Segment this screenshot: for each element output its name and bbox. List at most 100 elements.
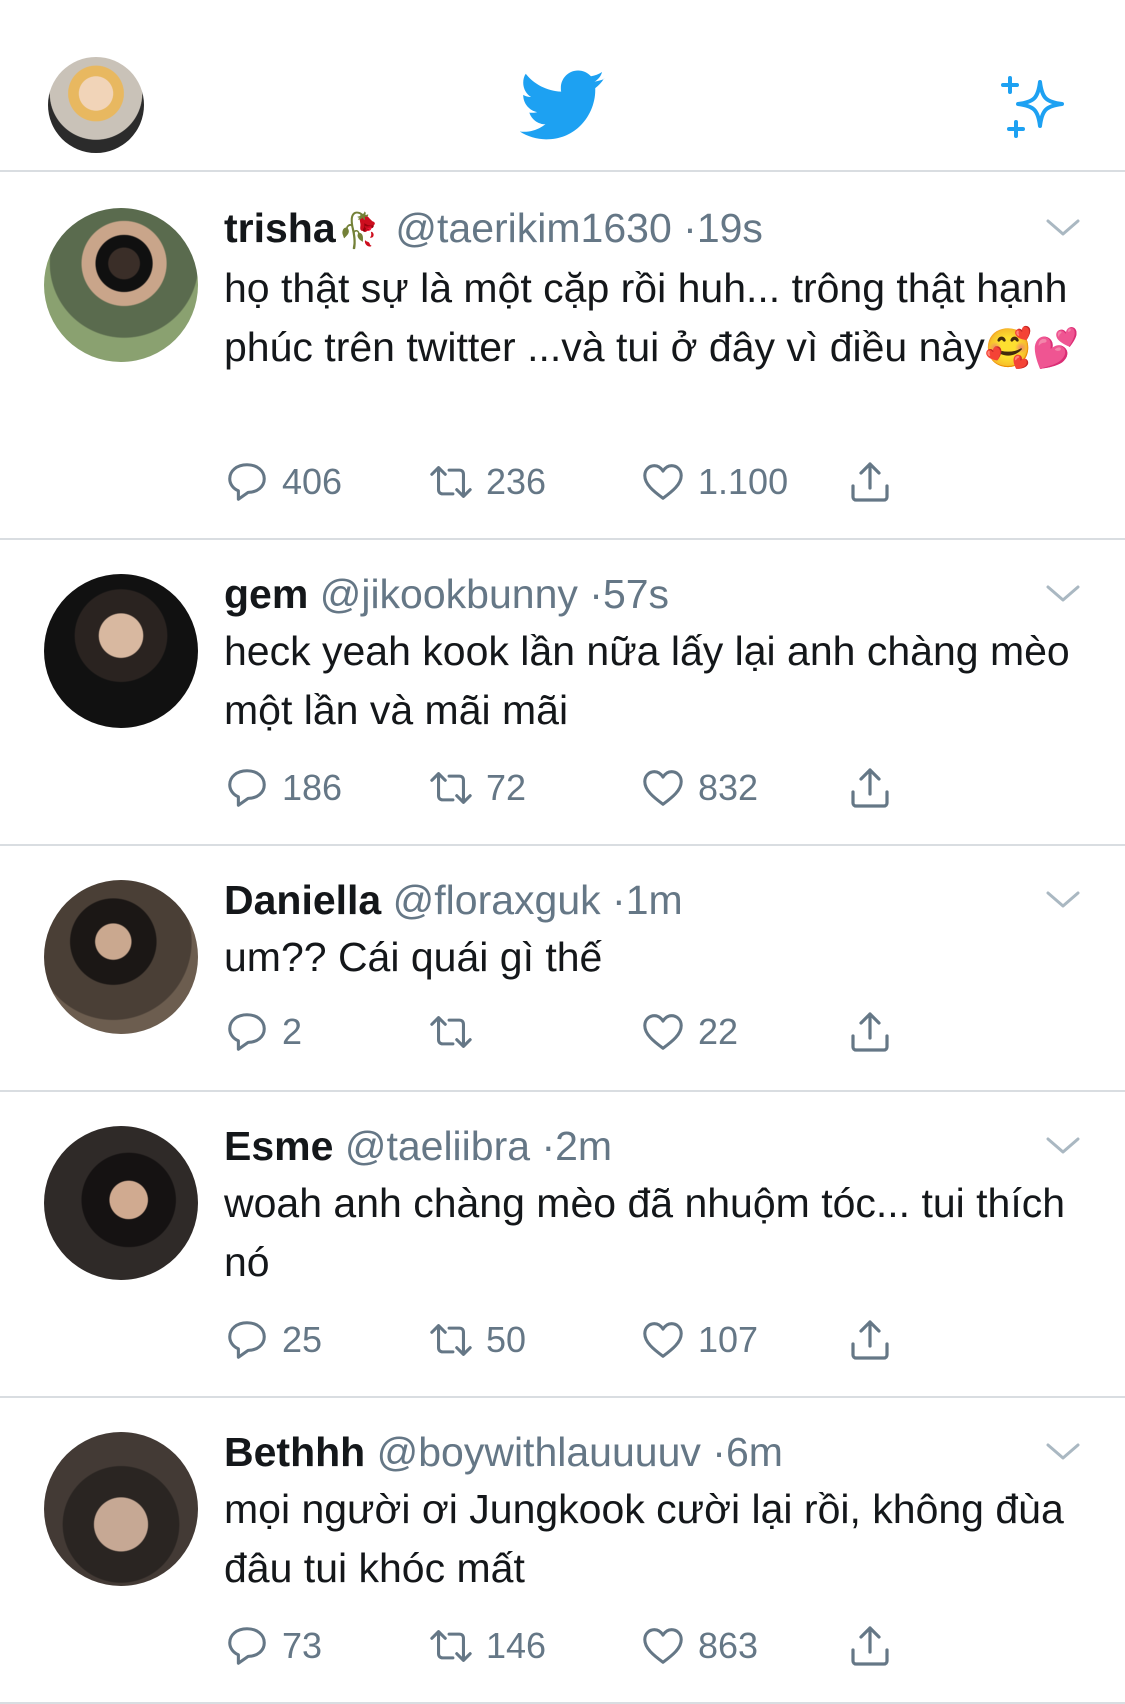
reply-button[interactable]: 25 [224, 1314, 322, 1366]
like-count: 107 [698, 1319, 759, 1360]
name-emoji: 🥀 [337, 212, 380, 250]
retweet-icon [430, 1324, 472, 1356]
timeline-feed: trisha🥀 @taerikim1630 ·19s họ thật sự là… [0, 174, 1125, 1704]
chevron-down-icon[interactable] [1045, 584, 1081, 604]
timestamp[interactable]: 57s [603, 571, 669, 617]
tweet[interactable]: Daniella @floraxguk ·1m um?? Cái quái gì… [0, 846, 1125, 1092]
chevron-down-icon[interactable] [1045, 1136, 1081, 1156]
tweet-header: Esme @taeliibra ·2m [224, 1118, 1085, 1174]
retweet-count: 146 [486, 1625, 547, 1666]
like-count: 863 [698, 1625, 759, 1666]
like-count: 832 [698, 767, 759, 808]
handle[interactable]: @jikookbunny [320, 571, 578, 617]
display-name[interactable]: gem [224, 571, 308, 617]
separator: · [541, 1123, 556, 1169]
display-name[interactable]: Daniella [224, 877, 381, 923]
handle[interactable]: @taeliibra [345, 1123, 530, 1169]
tweet-actions: 406 236 1.100 [224, 456, 924, 508]
timestamp[interactable]: 19s [697, 205, 763, 251]
avatar[interactable] [44, 1126, 198, 1280]
reply-icon [228, 1321, 266, 1359]
like-count: 22 [698, 1011, 739, 1052]
share-button[interactable] [846, 1314, 906, 1366]
retweet-count: 50 [486, 1319, 527, 1360]
separator: · [712, 1429, 726, 1475]
separator: · [683, 205, 697, 251]
tweet-actions: 186 72 832 [224, 762, 924, 814]
tweet[interactable]: Esme @taeliibra ·2m woah anh chàng mèo đ… [0, 1092, 1125, 1398]
tweet-text: họ thật sự là một cặp rồi huh... trông t… [224, 259, 1085, 379]
retweet-button[interactable]: 146 [428, 1620, 546, 1672]
tweet-header: Daniella @floraxguk ·1m [224, 872, 1085, 928]
chevron-down-icon[interactable] [1045, 1442, 1081, 1462]
retweet-count: 72 [486, 767, 527, 808]
retweet-button[interactable]: 72 [428, 762, 526, 814]
tweet[interactable]: Bethhh @boywithlauuuuv ·6m mọi người ơi … [0, 1398, 1125, 1704]
heart-icon [643, 464, 683, 500]
reply-count: 186 [282, 767, 343, 808]
retweet-icon [430, 772, 472, 804]
chevron-down-icon[interactable] [1045, 218, 1081, 238]
like-button[interactable]: 832 [640, 762, 758, 814]
timestamp[interactable]: 2m [555, 1123, 612, 1169]
twitter-bird-icon[interactable] [520, 70, 606, 142]
share-button[interactable] [846, 762, 906, 814]
retweet-button[interactable]: 50 [428, 1314, 526, 1366]
avatar[interactable] [44, 880, 198, 1034]
share-button[interactable] [846, 1006, 906, 1058]
tweet-text: um?? Cái quái gì thế [224, 934, 603, 980]
separator: · [589, 571, 603, 617]
timestamp[interactable]: 1m [626, 877, 683, 923]
like-button[interactable]: 1.100 [640, 456, 788, 508]
tweet-header: Bethhh @boywithlauuuuv ·6m [224, 1424, 1085, 1480]
avatar[interactable] [44, 208, 198, 362]
share-button[interactable] [846, 1620, 906, 1672]
chevron-down-icon[interactable] [1045, 890, 1081, 910]
reply-icon [228, 769, 266, 807]
display-name[interactable]: Bethhh [224, 1429, 365, 1475]
reply-icon [228, 1627, 266, 1665]
display-name[interactable]: trisha [224, 205, 336, 251]
heart-icon [643, 770, 683, 806]
retweet-button[interactable]: 236 [428, 456, 546, 508]
tweet[interactable]: trisha🥀 @taerikim1630 ·19s họ thật sự là… [0, 174, 1125, 540]
heart-icon [643, 1014, 683, 1050]
like-button[interactable]: 22 [640, 1006, 738, 1058]
timestamp[interactable]: 6m [726, 1429, 783, 1475]
display-name[interactable]: Esme [224, 1123, 333, 1169]
reply-icon [228, 1013, 266, 1051]
reply-count: 2 [282, 1011, 303, 1052]
reply-button[interactable]: 186 [224, 762, 342, 814]
tweet-text-content: họ thật sự là một cặp rồi huh... trông t… [224, 265, 1068, 370]
heart-icon [643, 1322, 683, 1358]
reply-count: 25 [282, 1319, 323, 1360]
reply-icon [228, 463, 266, 501]
profile-avatar[interactable] [48, 57, 144, 153]
like-count: 1.100 [698, 461, 789, 502]
handle[interactable]: @boywithlauuuuv [377, 1429, 701, 1475]
avatar[interactable] [44, 1432, 198, 1586]
retweet-icon [430, 1630, 472, 1662]
retweet-count: 236 [486, 461, 547, 502]
tweet-emoji: 🥰💕 [984, 328, 1080, 370]
tweet-actions: 73 146 863 [224, 1620, 924, 1672]
tweet[interactable]: gem @jikookbunny ·57s heck yeah kook lần… [0, 540, 1125, 846]
reply-button[interactable]: 73 [224, 1620, 322, 1672]
like-button[interactable]: 863 [640, 1620, 758, 1672]
avatar[interactable] [44, 574, 198, 728]
tweet-text: heck yeah kook lần nữa lấy lại anh chàng… [224, 628, 1070, 733]
like-button[interactable]: 107 [640, 1314, 758, 1366]
retweet-button[interactable] [428, 1006, 486, 1058]
reply-count: 73 [282, 1625, 323, 1666]
sparkle-icon[interactable] [998, 70, 1070, 142]
tweet-text: mọi người ơi Jungkook cười lại rồi, khôn… [224, 1486, 1064, 1591]
tweet-text: woah anh chàng mèo đã nhuộm tóc... tui t… [224, 1180, 1066, 1285]
share-icon [851, 462, 889, 502]
reply-count: 406 [282, 461, 343, 502]
handle[interactable]: @taerikim1630 [395, 205, 671, 251]
retweet-icon [430, 1016, 472, 1048]
handle[interactable]: @floraxguk [393, 877, 601, 923]
reply-button[interactable]: 406 [224, 456, 342, 508]
share-button[interactable] [846, 456, 906, 508]
reply-button[interactable]: 2 [224, 1006, 302, 1058]
